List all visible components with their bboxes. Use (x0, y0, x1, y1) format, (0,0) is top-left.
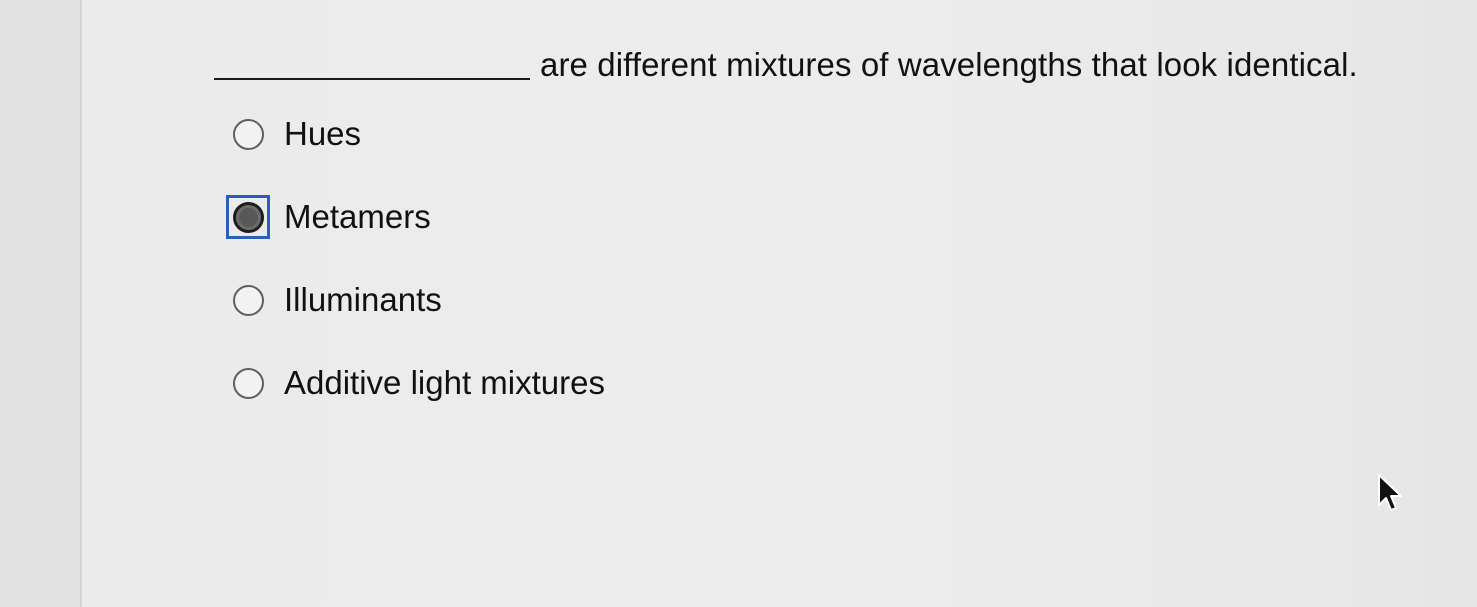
question-text: are different mixtures of wavelengths th… (540, 46, 1358, 83)
radio-wrap[interactable] (226, 195, 270, 239)
quiz-screen: are different mixtures of wavelengths th… (0, 0, 1477, 607)
radio-button[interactable] (232, 284, 264, 316)
radio-button-selected[interactable] (232, 201, 264, 233)
option-metamers[interactable]: Metamers (226, 195, 605, 278)
radio-wrap[interactable] (226, 361, 270, 405)
mouse-pointer-icon (1378, 474, 1402, 511)
radio-wrap[interactable] (226, 278, 270, 322)
option-label[interactable]: Illuminants (284, 278, 442, 322)
question: are different mixtures of wavelengths th… (214, 40, 1358, 84)
option-label[interactable]: Metamers (284, 195, 431, 239)
answer-blank (214, 78, 530, 80)
option-hues[interactable]: Hues (226, 112, 605, 195)
left-margin (0, 0, 81, 607)
radio-button[interactable] (232, 367, 264, 399)
option-illuminants[interactable]: Illuminants (226, 278, 605, 361)
option-label[interactable]: Hues (284, 112, 361, 156)
radio-button[interactable] (232, 118, 264, 150)
answer-options: Hues Metamers Illuminants Additive light… (226, 112, 605, 444)
option-additive-light-mixtures[interactable]: Additive light mixtures (226, 361, 605, 444)
radio-wrap[interactable] (226, 112, 270, 156)
option-label[interactable]: Additive light mixtures (284, 361, 605, 405)
